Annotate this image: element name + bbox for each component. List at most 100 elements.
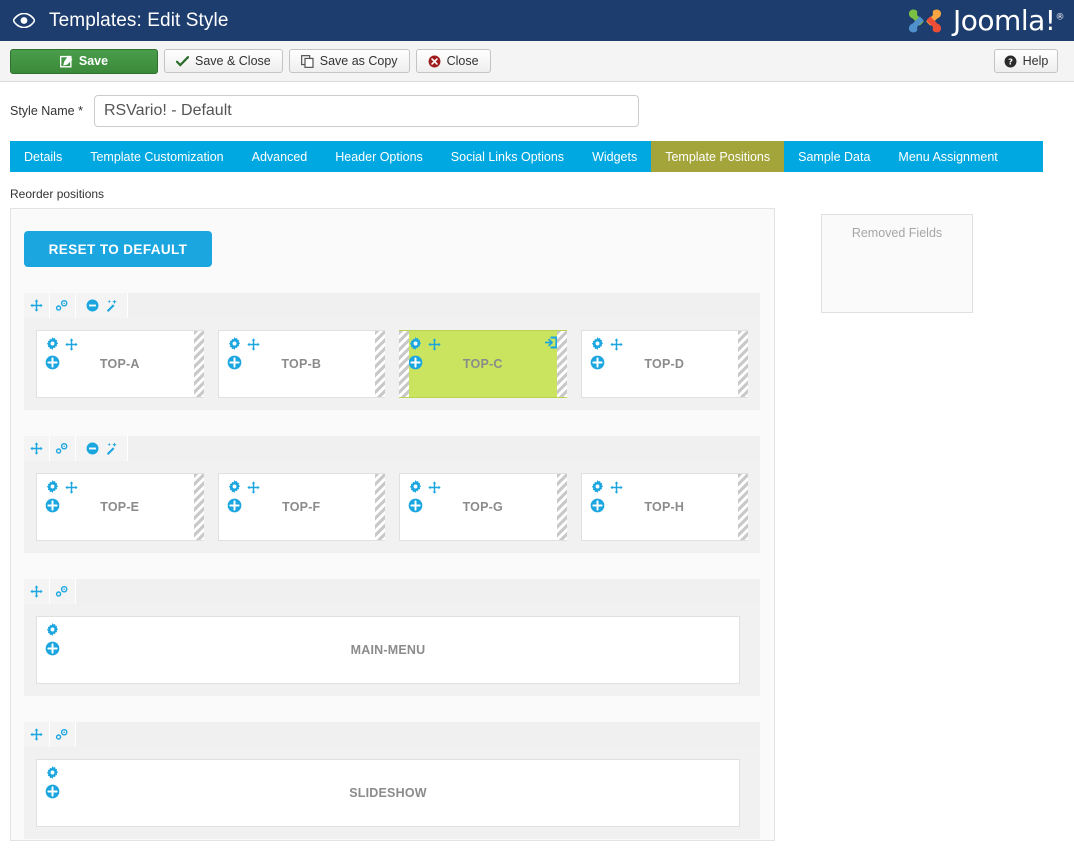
pencil-square-icon: [59, 55, 73, 68]
position-block-top-f[interactable]: TOP-F: [217, 473, 385, 541]
row-tool-cogs[interactable]: [50, 579, 76, 604]
position-block-top-g[interactable]: TOP-G: [399, 473, 567, 541]
plus-circle-icon[interactable]: [45, 498, 60, 513]
gear-icon[interactable]: [46, 766, 59, 779]
gear-icon[interactable]: [409, 337, 422, 350]
position-block-top-d[interactable]: TOP-D: [580, 330, 748, 398]
gear-icon[interactable]: [46, 623, 59, 636]
help-button-label: Help: [1022, 54, 1049, 68]
position-block-top-c[interactable]: TOP-C: [399, 330, 567, 398]
position-block-main-menu[interactable]: MAIN-MENU: [36, 616, 740, 684]
cogs-icon[interactable]: [55, 299, 70, 312]
move-icon[interactable]: [30, 299, 43, 312]
position-block-top-e[interactable]: TOP-E: [36, 473, 204, 541]
cogs-icon[interactable]: [55, 442, 70, 455]
plus-circle-icon[interactable]: [45, 641, 60, 656]
resize-handle-right[interactable]: [738, 331, 748, 397]
plus-circle-icon[interactable]: [408, 498, 423, 513]
row-tool-remove-and-magic[interactable]: [76, 293, 128, 318]
tab-template-customization[interactable]: Template Customization: [76, 141, 237, 172]
move-icon[interactable]: [30, 728, 43, 741]
row-body: TOP-A TOP-B TOP-C TOP-D: [24, 318, 760, 410]
gear-icon[interactable]: [228, 337, 241, 350]
save-as-copy-button[interactable]: Save as Copy: [288, 49, 410, 73]
tab-details[interactable]: Details: [10, 141, 76, 172]
position-block-top-a[interactable]: TOP-A: [36, 330, 204, 398]
tab-label: Details: [24, 149, 63, 164]
move-icon[interactable]: [609, 338, 623, 351]
tab-sample-data[interactable]: Sample Data: [784, 141, 884, 172]
close-button[interactable]: Close: [415, 49, 491, 73]
row-tool-move[interactable]: [24, 579, 50, 604]
reset-to-default-button[interactable]: RESET TO DEFAULT: [24, 231, 212, 267]
tab-header-options[interactable]: Header Options: [321, 141, 437, 172]
removed-fields-panel[interactable]: Removed Fields: [821, 214, 973, 313]
tab-social-links-options[interactable]: Social Links Options: [437, 141, 578, 172]
save-button[interactable]: Save: [10, 48, 158, 74]
resize-handle-right[interactable]: [375, 474, 385, 540]
tab-label: Menu Assignment: [898, 149, 998, 164]
row-tool-cogs[interactable]: [50, 293, 76, 318]
resize-handle-right[interactable]: [556, 474, 567, 540]
save-and-close-button[interactable]: Save & Close: [164, 49, 283, 73]
plus-circle-icon[interactable]: [227, 498, 242, 513]
row-tool-cogs[interactable]: [50, 722, 76, 747]
plus-circle-icon[interactable]: [227, 355, 242, 370]
row-tool-move[interactable]: [24, 436, 50, 461]
plus-circle-icon[interactable]: [408, 355, 423, 370]
resize-handle-right[interactable]: [193, 331, 204, 397]
gear-icon[interactable]: [46, 480, 59, 493]
move-icon[interactable]: [65, 481, 78, 494]
gear-icon[interactable]: [409, 480, 422, 493]
cogs-icon[interactable]: [55, 728, 70, 741]
plus-circle-icon[interactable]: [590, 498, 605, 513]
style-name-row: Style Name *: [0, 82, 1074, 127]
help-button[interactable]: ? Help: [994, 49, 1058, 73]
row-tool-cogs[interactable]: [50, 436, 76, 461]
style-name-input[interactable]: [93, 95, 639, 127]
resize-handle-right[interactable]: [738, 474, 748, 540]
app-header: Templates: Edit Style Joomla!®: [0, 0, 1074, 41]
resize-handle-right[interactable]: [375, 331, 385, 397]
minus-circle-icon[interactable]: [86, 442, 99, 455]
plus-circle-icon[interactable]: [590, 355, 605, 370]
close-circle-icon: [428, 55, 441, 68]
position-label: TOP-C: [462, 357, 503, 371]
row-tool-move[interactable]: [24, 722, 50, 747]
move-icon[interactable]: [30, 585, 43, 598]
tab-template-positions[interactable]: Template Positions: [651, 141, 785, 172]
magic-wand-icon[interactable]: [105, 442, 118, 455]
position-row-group: TOP-E TOP-F TOP-G TOP-H: [24, 436, 760, 553]
minus-circle-icon[interactable]: [86, 299, 99, 312]
position-block-top-h[interactable]: TOP-H: [580, 473, 748, 541]
move-icon[interactable]: [428, 481, 441, 494]
joomla-brand: Joomla!®: [904, 0, 1064, 41]
resize-handle-right[interactable]: [193, 474, 204, 540]
position-block-slideshow[interactable]: SLIDESHOW: [36, 759, 740, 827]
tab-widgets[interactable]: Widgets: [578, 141, 651, 172]
move-icon[interactable]: [246, 338, 260, 351]
resize-handle-right[interactable]: [556, 331, 567, 397]
tab-advanced[interactable]: Advanced: [238, 141, 322, 172]
position-rows-container: TOP-A TOP-B TOP-C TOP-D TOP-E TOP-F TOP-G TOP-H…: [11, 293, 774, 839]
tab-menu-assignment[interactable]: Menu Assignment: [884, 141, 1011, 172]
plus-circle-icon[interactable]: [45, 784, 60, 799]
cogs-icon[interactable]: [55, 585, 70, 598]
move-icon[interactable]: [65, 338, 78, 351]
row-tool-remove-and-magic[interactable]: [76, 436, 128, 461]
gear-icon[interactable]: [591, 337, 604, 350]
resize-handle-left[interactable]: [399, 331, 409, 397]
plus-circle-icon[interactable]: [45, 355, 60, 370]
tab-label: Template Customization: [90, 149, 224, 164]
gear-icon[interactable]: [228, 480, 241, 493]
move-icon[interactable]: [246, 481, 260, 494]
gear-icon[interactable]: [46, 337, 59, 350]
row-tool-move[interactable]: [24, 293, 50, 318]
move-icon[interactable]: [609, 481, 623, 494]
move-icon[interactable]: [30, 442, 43, 455]
position-block-top-b[interactable]: TOP-B: [217, 330, 385, 398]
magic-wand-icon[interactable]: [105, 299, 118, 312]
gear-icon[interactable]: [591, 480, 604, 493]
row-toolbar-spacer: [128, 436, 760, 461]
move-icon[interactable]: [428, 338, 441, 351]
